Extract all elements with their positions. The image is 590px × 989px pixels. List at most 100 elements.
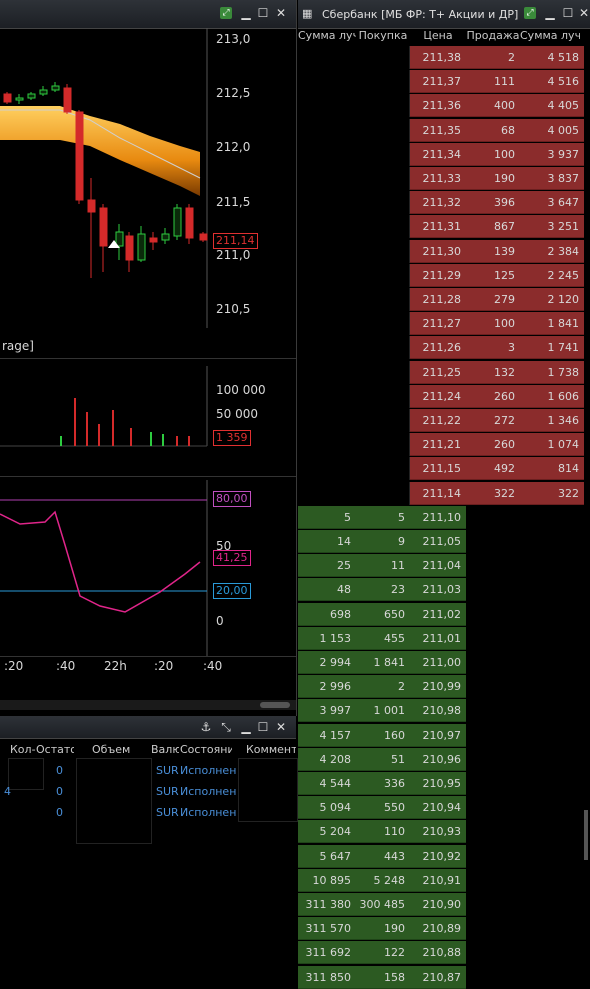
buy-cell[interactable]: 650 xyxy=(356,602,410,626)
col-header-currency[interactable]: Валю xyxy=(151,743,179,756)
col-header-buy[interactable]: Покупка xyxy=(356,29,410,45)
ask-row[interactable]: 211,28 279 2 120 xyxy=(298,288,588,311)
bid-row[interactable]: 4 544 336 210,95 xyxy=(298,772,588,795)
price-cell[interactable]: 211,22 xyxy=(410,409,466,432)
sell-cell[interactable]: 260 xyxy=(466,384,520,408)
ask-row[interactable]: 211,25 132 1 738 xyxy=(298,360,588,384)
bid-row[interactable]: 3 997 1 001 210,98 xyxy=(298,699,588,723)
price-cell[interactable]: 211,29 xyxy=(410,263,466,287)
sell-cell[interactable]: 322 xyxy=(466,481,520,505)
bid-row[interactable]: 311 850 158 210,87 xyxy=(298,965,588,989)
link-icon[interactable]: ⤢ xyxy=(524,7,536,19)
bid-row[interactable]: 10 895 5 248 210,91 xyxy=(298,868,588,892)
price-cell[interactable]: 211,32 xyxy=(410,191,466,215)
buy-cell[interactable]: 336 xyxy=(356,772,410,795)
price-cell[interactable]: 211,36 xyxy=(410,94,466,118)
buy-cell[interactable]: 5 xyxy=(356,505,410,529)
price-cell[interactable]: 211,00 xyxy=(410,651,466,674)
price-cell[interactable]: 211,21 xyxy=(410,433,466,457)
price-cell[interactable]: 210,89 xyxy=(410,917,466,941)
col-header-cum-bid[interactable]: Сумма луч xyxy=(298,29,356,45)
maximize-icon[interactable]: ☐ xyxy=(257,721,269,733)
close-icon[interactable]: ✕ xyxy=(275,721,287,733)
price-cell[interactable]: 211,33 xyxy=(410,167,466,190)
buy-cell[interactable]: 122 xyxy=(356,941,410,965)
bid-row[interactable]: 4 208 51 210,96 xyxy=(298,747,588,771)
col-header-price[interactable]: Цена xyxy=(410,29,466,45)
sell-cell[interactable]: 100 xyxy=(466,312,520,336)
ask-row[interactable]: 211,38 2 4 518 xyxy=(298,46,588,69)
sell-cell[interactable]: 3 xyxy=(466,336,520,360)
col-header-state[interactable]: Состояние xyxy=(180,743,232,756)
price-cell[interactable]: 211,35 xyxy=(410,118,466,142)
price-cell[interactable]: 210,96 xyxy=(410,747,466,771)
price-cell[interactable]: 210,98 xyxy=(410,699,466,723)
price-cell[interactable]: 210,93 xyxy=(410,820,466,844)
buy-cell[interactable]: 110 xyxy=(356,820,410,844)
unlink-icon[interactable]: ⤡ xyxy=(220,721,232,733)
sell-cell[interactable]: 111 xyxy=(466,70,520,94)
buy-cell[interactable]: 5 248 xyxy=(356,868,410,892)
price-cell[interactable]: 211,10 xyxy=(410,505,466,529)
buy-cell[interactable]: 51 xyxy=(356,747,410,771)
buy-cell[interactable]: 1 001 xyxy=(356,699,410,723)
buy-cell[interactable]: 2 xyxy=(356,675,410,699)
price-cell[interactable]: 211,28 xyxy=(410,288,466,311)
price-cell[interactable]: 211,34 xyxy=(410,142,466,166)
ask-row[interactable]: 211,15 492 814 xyxy=(298,457,588,481)
bid-row[interactable]: 698 650 211,02 xyxy=(298,602,588,626)
ask-row[interactable]: 211,24 260 1 606 xyxy=(298,384,588,408)
buy-cell[interactable]: 190 xyxy=(356,917,410,941)
ask-row[interactable]: 211,27 100 1 841 xyxy=(298,312,588,336)
ask-row[interactable]: 211,21 260 1 074 xyxy=(298,433,588,457)
buy-cell[interactable]: 550 xyxy=(356,796,410,820)
price-cell[interactable]: 211,14 xyxy=(410,481,466,505)
col-header-comment[interactable]: Коммент xyxy=(246,743,296,756)
link-icon[interactable]: ⤢ xyxy=(220,7,232,19)
sell-cell[interactable]: 260 xyxy=(466,433,520,457)
price-cell[interactable]: 211,37 xyxy=(410,70,466,94)
bid-row[interactable]: 48 23 211,03 xyxy=(298,578,588,602)
bid-row[interactable]: 5 647 443 210,92 xyxy=(298,844,588,868)
col-header-cum-ask[interactable]: Сумма луч xyxy=(520,29,580,45)
sell-cell[interactable]: 279 xyxy=(466,288,520,311)
minimize-icon[interactable]: ▁ xyxy=(544,7,556,19)
ask-row[interactable]: 211,32 396 3 647 xyxy=(298,191,588,215)
bid-row[interactable]: 2 994 1 841 211,00 xyxy=(298,651,588,674)
ask-row[interactable]: 211,22 272 1 346 xyxy=(298,409,588,432)
price-cell[interactable]: 211,01 xyxy=(410,626,466,650)
col-header-qty[interactable]: Кол- xyxy=(10,743,36,756)
price-cell[interactable]: 210,92 xyxy=(410,844,466,868)
maximize-icon[interactable]: ☐ xyxy=(257,7,269,19)
sell-cell[interactable]: 272 xyxy=(466,409,520,432)
buy-cell[interactable]: 300 485 xyxy=(356,893,410,916)
price-chart[interactable]: rage] xyxy=(0,28,296,358)
price-cell[interactable]: 210,91 xyxy=(410,868,466,892)
scrollbar-thumb[interactable] xyxy=(260,702,290,708)
sell-cell[interactable]: 396 xyxy=(466,191,520,215)
ask-row[interactable]: 211,31 867 3 251 xyxy=(298,215,588,239)
price-cell[interactable]: 211,03 xyxy=(410,578,466,602)
bid-row[interactable]: 14 9 211,05 xyxy=(298,530,588,553)
sell-cell[interactable]: 400 xyxy=(466,94,520,118)
sell-cell[interactable]: 190 xyxy=(466,167,520,190)
col-header-volume[interactable]: Объем xyxy=(92,743,142,756)
price-cell[interactable]: 210,94 xyxy=(410,796,466,820)
chart-scrollbar[interactable] xyxy=(0,700,296,710)
ask-row[interactable]: 211,34 100 3 937 xyxy=(298,142,588,166)
sell-cell[interactable]: 867 xyxy=(466,215,520,239)
sell-cell[interactable]: 139 xyxy=(466,239,520,263)
ask-row[interactable]: 211,29 125 2 245 xyxy=(298,263,588,287)
price-cell[interactable]: 211,02 xyxy=(410,602,466,626)
buy-cell[interactable]: 23 xyxy=(356,578,410,602)
price-cell[interactable]: 211,05 xyxy=(410,530,466,553)
bid-row[interactable]: 311 692 122 210,88 xyxy=(298,941,588,965)
buy-cell[interactable]: 11 xyxy=(356,554,410,578)
ask-row[interactable]: 211,35 68 4 005 xyxy=(298,118,588,142)
book-scrollbar[interactable] xyxy=(584,810,588,860)
price-cell[interactable]: 211,25 xyxy=(410,360,466,384)
bid-row[interactable]: 5 094 550 210,94 xyxy=(298,796,588,820)
col-header-rest[interactable]: Остато xyxy=(36,743,74,756)
buy-cell[interactable]: 455 xyxy=(356,626,410,650)
buy-cell[interactable]: 9 xyxy=(356,530,410,553)
